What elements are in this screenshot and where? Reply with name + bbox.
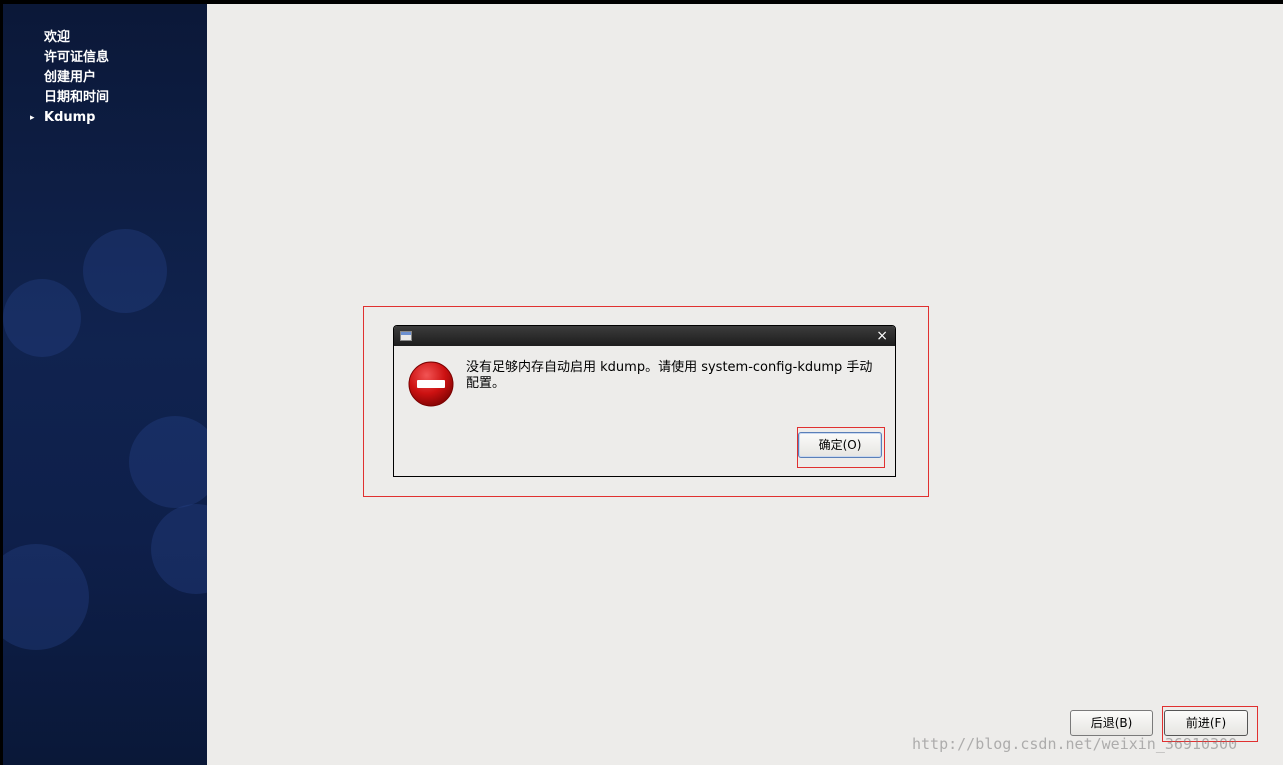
back-button[interactable]: 后退(B) [1070,710,1153,736]
step-label: 日期和时间 [44,90,110,105]
ok-button[interactable]: 确定(O) [798,432,882,458]
background-bubble [3,279,81,357]
watermark: http://blog.csdn.net/weixin_36910300 [912,735,1238,753]
step-create-user: 创建用户 [3,68,109,88]
step-license-info: 许可证信息 [3,48,109,68]
dialog-message: 没有足够内存自动启用 kdump。请使用 system-config-kdump… [466,360,886,392]
setup-steps-list: 欢迎 许可证信息 创建用户 日期和时间 ▸ Kdump [3,28,109,128]
background-bubble [151,504,207,594]
step-label: Kdump [44,110,96,125]
window-icon [400,331,412,341]
background-bubble [3,544,89,650]
step-welcome: 欢迎 [3,28,109,48]
screen: 欢迎 许可证信息 创建用户 日期和时间 ▸ Kdump × 没有足够内存自动启用… [0,0,1283,765]
message-line: 配置。 [466,376,506,391]
step-date-time: 日期和时间 [3,88,109,108]
dialog-titlebar[interactable]: × [394,326,895,346]
step-label: 许可证信息 [44,50,110,65]
step-kdump: ▸ Kdump [3,108,109,128]
current-step-arrow-icon: ▸ [30,113,35,123]
close-button[interactable]: × [876,327,888,345]
background-bubble [83,229,167,313]
forward-button[interactable]: 前进(F) [1164,710,1248,736]
background-bubble [129,416,207,508]
message-line: 没有足够内存自动启用 kdump。请使用 system-config-kdump… [466,360,873,375]
sidebar: 欢迎 许可证信息 创建用户 日期和时间 ▸ Kdump [3,4,207,765]
step-label: 欢迎 [44,30,71,45]
error-stop-icon [408,361,454,407]
error-dialog: × 没有足够内存自动启用 kdump。请使用 system-config-kdu… [393,325,896,477]
step-label: 创建用户 [44,70,97,85]
